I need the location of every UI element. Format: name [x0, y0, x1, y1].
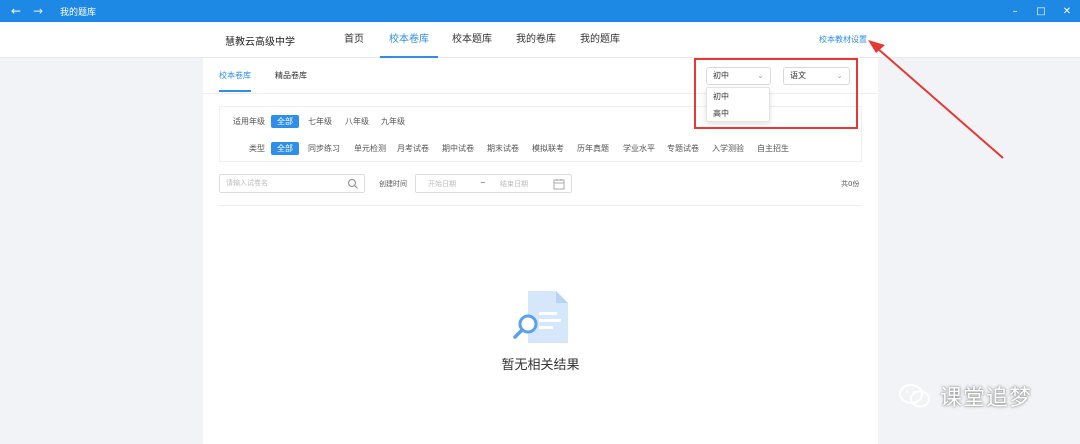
search-placeholder: 请输入试卷名	[226, 179, 268, 187]
type-chip[interactable]: 专题试卷	[664, 142, 702, 155]
type-chip[interactable]: 模拟联考	[529, 142, 567, 155]
search-icon[interactable]	[347, 178, 359, 190]
window-controls: – □ ✕	[1002, 0, 1080, 22]
watermark-text: 课堂追梦	[940, 386, 1033, 411]
textbook-settings-link[interactable]: 校本教材设置	[819, 34, 867, 45]
back-arrow-icon[interactable]: ←	[8, 3, 24, 19]
type-chip[interactable]: 自主招生	[754, 142, 792, 155]
window-title: 我的题库	[60, 7, 97, 18]
type-chip[interactable]: 单元检测	[351, 142, 389, 155]
empty-state-text: 暂无相关结果	[501, 358, 580, 373]
watermark: 课堂追梦	[898, 380, 1032, 412]
highlight-box	[694, 58, 858, 129]
type-chip[interactable]: 同步练习	[305, 142, 343, 155]
grade-chip-9[interactable]: 九年级	[378, 115, 408, 128]
wechat-icon	[899, 384, 930, 408]
type-chip[interactable]: 月考试卷	[394, 142, 432, 155]
tab-my-papers[interactable]: 我的卷库	[510, 22, 562, 58]
type-chip[interactable]: 期末试卷	[484, 142, 522, 155]
maximize-icon[interactable]: □	[1028, 0, 1054, 22]
date-separator: ~	[480, 179, 486, 187]
grade-filter-label: 适用年级	[233, 117, 265, 126]
date-range-picker[interactable]: 开始日期 ~ 结束日期	[415, 174, 572, 193]
tab-school-papers[interactable]: 校本卷库	[380, 22, 438, 58]
subtab-school-papers[interactable]: 校本卷库	[219, 70, 251, 92]
tab-home[interactable]: 首页	[336, 22, 372, 58]
end-date-placeholder[interactable]: 结束日期	[500, 179, 528, 189]
grade-chip-8[interactable]: 八年级	[342, 115, 372, 128]
tab-school-questions[interactable]: 校本题库	[446, 22, 498, 58]
close-icon[interactable]: ✕	[1054, 0, 1080, 22]
top-navigation: 慧教云高级中学 首页 校本卷库 校本题库 我的卷库 我的题库 校本教材设置	[0, 22, 1080, 58]
result-count: 共0份	[841, 180, 860, 188]
grade-chip-all[interactable]: 全部	[271, 115, 299, 128]
type-chip[interactable]: 期中试卷	[439, 142, 477, 155]
calendar-icon	[553, 179, 565, 190]
grade-chip-7[interactable]: 七年级	[305, 115, 335, 128]
minimize-icon[interactable]: –	[1002, 0, 1028, 22]
type-chip[interactable]: 历年真题	[574, 142, 612, 155]
empty-document-icon	[513, 291, 568, 343]
subtab-premium-papers[interactable]: 精品卷库	[275, 70, 307, 81]
created-time-label: 创建时间	[379, 180, 407, 188]
tab-my-questions[interactable]: 我的题库	[574, 22, 626, 58]
type-filter-label: 类型	[249, 144, 265, 153]
forward-arrow-icon[interactable]: →	[30, 3, 46, 19]
divider	[219, 205, 862, 206]
paper-search-input[interactable]: 请输入试卷名	[219, 174, 365, 193]
type-chip[interactable]: 入学测验	[709, 142, 747, 155]
type-chip[interactable]: 学业水平	[620, 142, 658, 155]
type-chip-all[interactable]: 全部	[271, 142, 299, 155]
start-date-placeholder[interactable]: 开始日期	[428, 179, 456, 189]
school-name: 慧教云高级中学	[225, 37, 295, 48]
title-bar: ← → 我的题库 – □ ✕	[0, 0, 1080, 22]
